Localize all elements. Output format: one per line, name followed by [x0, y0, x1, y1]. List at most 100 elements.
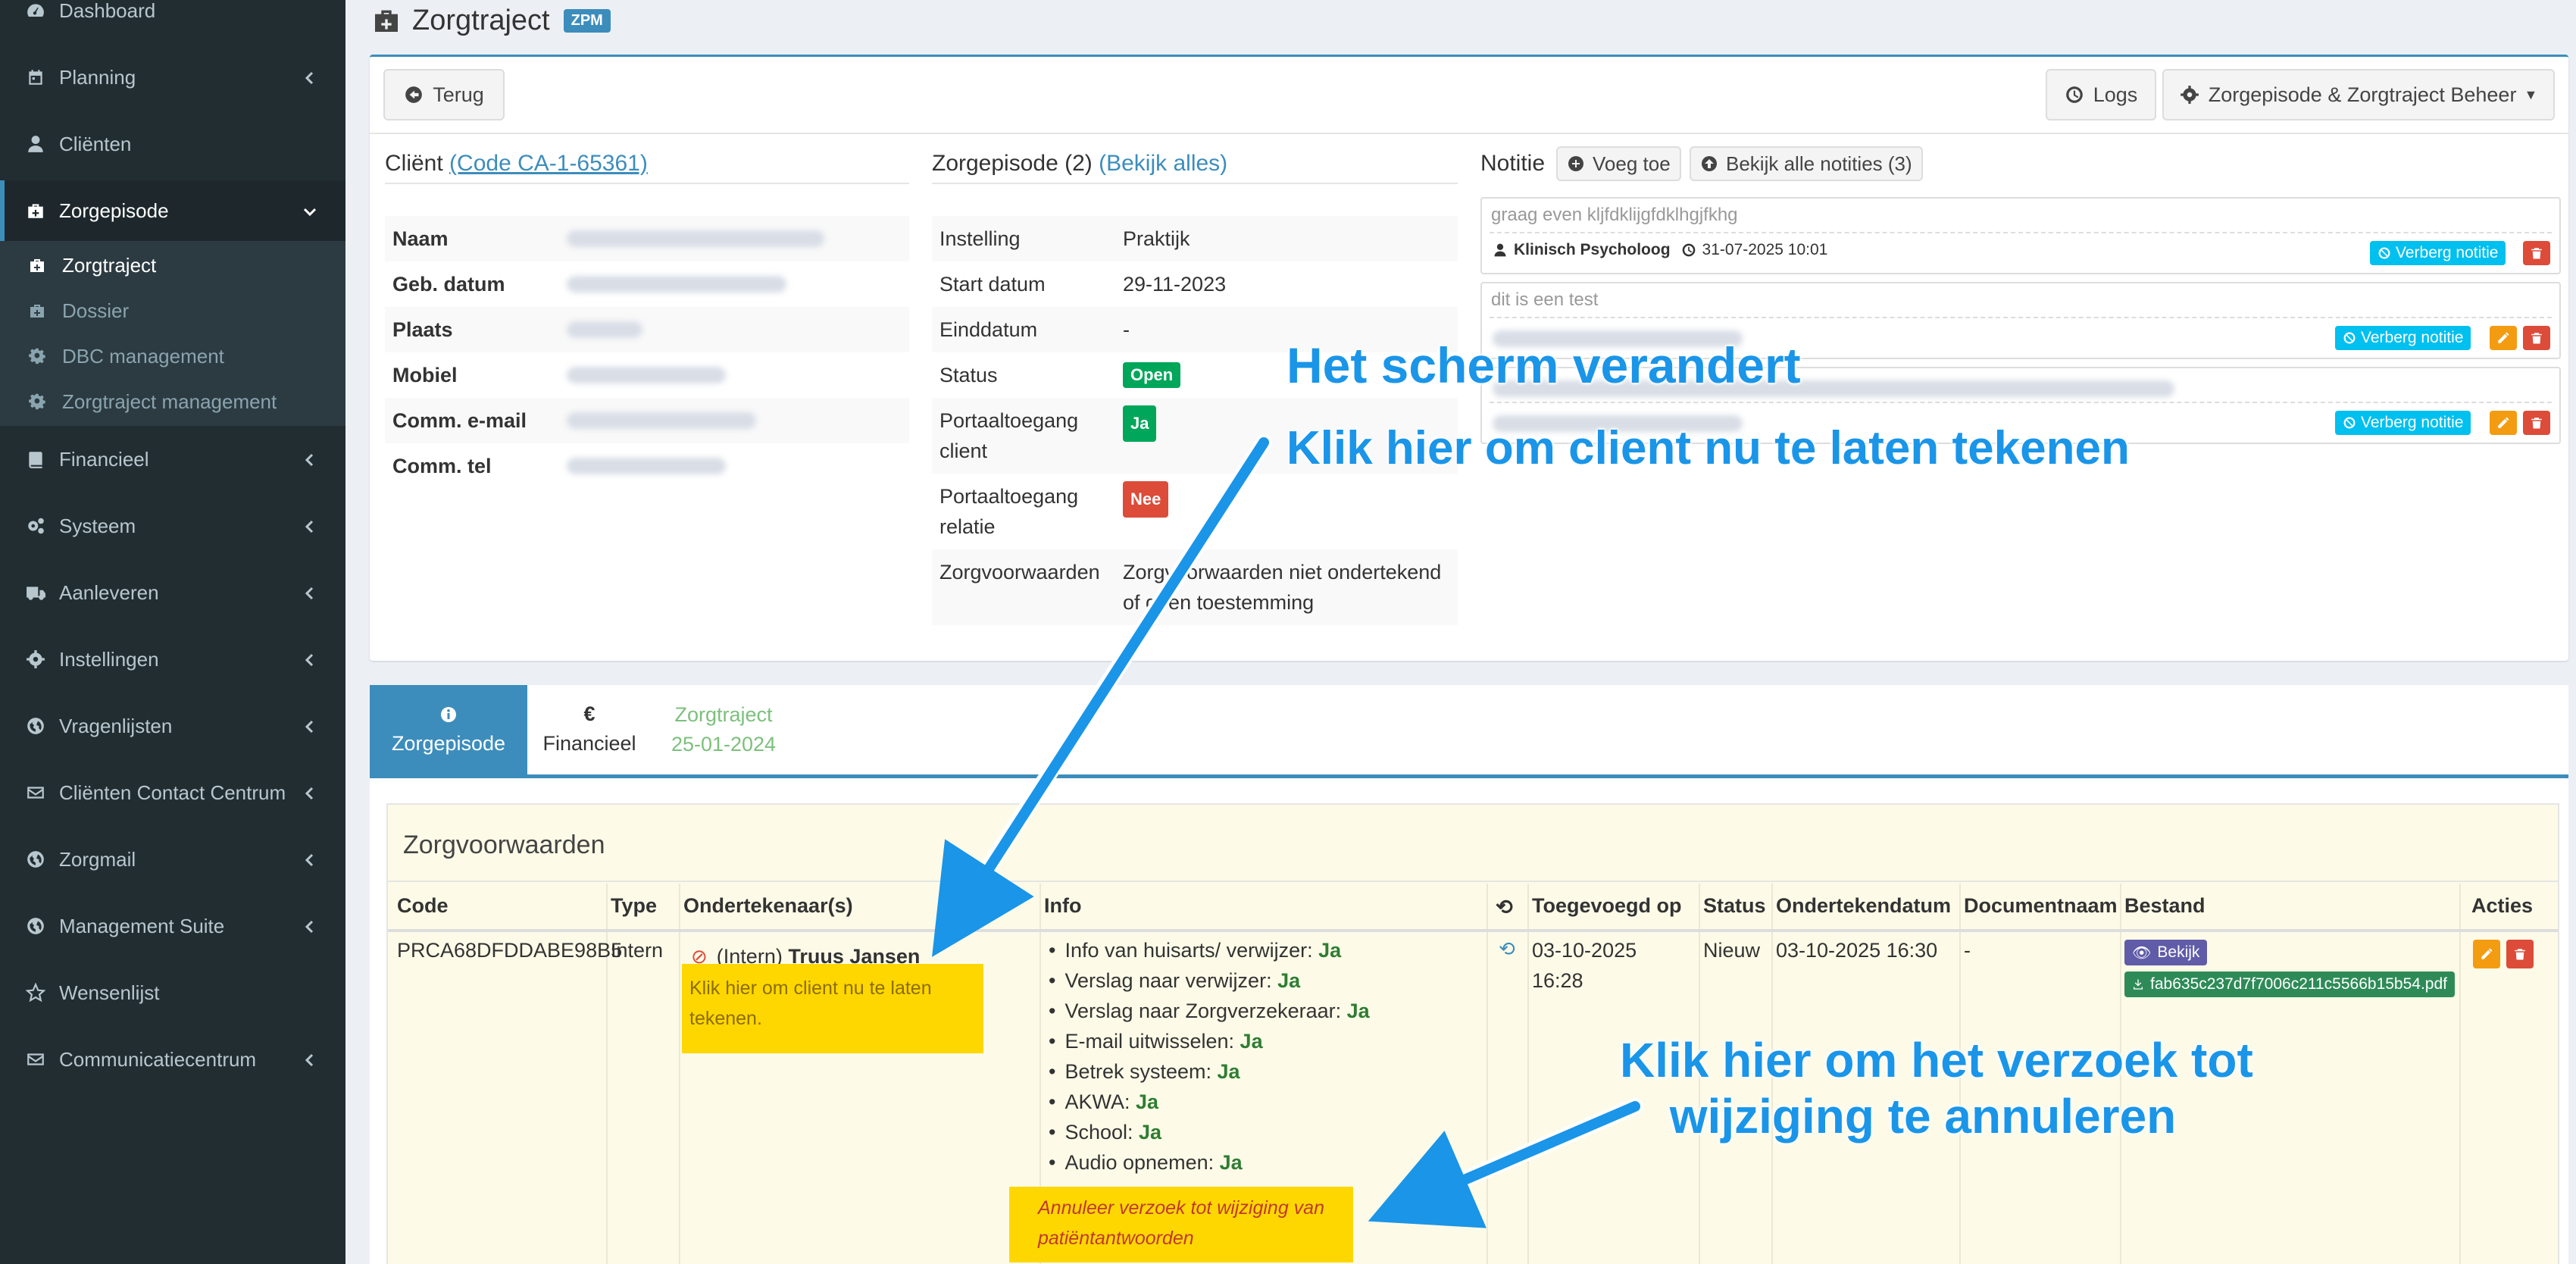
episode-row: Zorgvoorwaarden Zorgvoorwaarden niet ond… — [932, 549, 1458, 625]
note-divider — [1490, 232, 2552, 233]
pencil-icon — [2481, 948, 2493, 959]
column-header: Ondertekenaar(s) — [683, 894, 853, 917]
calendar-icon — [24, 66, 47, 89]
user-icon — [24, 133, 47, 155]
sidebar-item-instellingen[interactable]: Instellingen — [0, 629, 345, 690]
view-all-episodes-link[interactable]: (Bekijk alles) — [1099, 151, 1227, 176]
trash-icon — [2531, 418, 2542, 429]
book-icon — [24, 448, 47, 471]
hide-note-button[interactable]: Verberg notitie — [2335, 411, 2471, 435]
sidebar-item-zorgmail[interactable]: Zorgmail — [0, 829, 345, 890]
view-all-notes-button[interactable]: Bekijk alle notities (3) — [1690, 146, 1923, 181]
delete-button[interactable] — [2506, 940, 2534, 968]
note-divider — [1490, 402, 2552, 403]
sign-client-link[interactable]: Klik hier om client nu te laten tekenen. — [689, 973, 962, 1034]
tab-zorgtraject[interactable]: Zorgtraject 25-01-2024 — [652, 685, 796, 774]
sidebar-subitem-zorgtraject-management[interactable]: Zorgtraject management — [0, 379, 345, 424]
client-code-link[interactable]: (Code CA-1-65361) — [449, 151, 648, 176]
info-list: Info van huisarts/ verwijzer: Ja Verslag… — [1041, 935, 1370, 1178]
gear-icon — [26, 390, 48, 413]
tab-zorgepisode[interactable]: Zorgepisode — [370, 685, 527, 774]
beheer-dropdown-button[interactable]: Zorgepisode & Zorgtraject Beheer ▼ — [2162, 69, 2555, 120]
medkit-icon — [26, 254, 48, 277]
view-file-button[interactable]: 👁 Bekijk — [2124, 940, 2208, 965]
list-item: School: Ja — [1049, 1117, 1370, 1147]
col-divider — [2459, 884, 2461, 1264]
page-title: Zorgtraject ZPM — [371, 2, 611, 39]
sidebar-item-dashboard[interactable]: Dashboard — [0, 0, 345, 41]
edit-note-button[interactable] — [2490, 411, 2517, 435]
cell-added: 03-10-2025 16:28 — [1532, 939, 1637, 992]
sidebar-item-clienten-contact-centrum[interactable]: Cliënten Contact Centrum — [0, 762, 345, 823]
add-note-button[interactable]: Voeg toe — [1556, 146, 1681, 181]
list-item: AKWA: Ja — [1049, 1087, 1370, 1117]
toolbar-divider — [370, 133, 2568, 134]
client-row-naam: Naam — [385, 216, 909, 261]
episode-row: Start datum 29-11-2023 — [939, 272, 1227, 296]
column-header: Info — [1044, 894, 1082, 917]
sidebar-item-management-suite[interactable]: Management Suite — [0, 896, 345, 956]
edit-note-button[interactable] — [2490, 326, 2517, 350]
globe-icon — [24, 915, 47, 937]
zorgvoorwaarden-title: Zorgvoorwaarden — [403, 831, 605, 859]
column-header: Code — [397, 894, 449, 917]
notes-title: Notitie — [1480, 151, 1546, 176]
delete-note-button[interactable] — [2523, 326, 2550, 350]
hide-note-button[interactable]: Verberg notitie — [2335, 326, 2471, 350]
pencil-icon — [2498, 417, 2509, 428]
sidebar-subitem-zorgtraject[interactable]: Zorgtraject — [0, 242, 345, 288]
sidebar-item-vragenlijsten[interactable]: Vragenlijsten — [0, 696, 345, 756]
hide-note-button[interactable]: Verberg notitie — [2370, 241, 2506, 265]
cancel-request-link[interactable]: Annuleer verzoek tot wijziging van patië… — [1038, 1193, 1341, 1253]
list-item: Verslag naar verwijzer: Ja — [1049, 965, 1370, 996]
ban-icon — [2343, 417, 2356, 429]
sidebar-item-wensenlijst[interactable]: Wensenlijst — [0, 962, 345, 1023]
back-button[interactable]: Terug — [383, 69, 505, 120]
zpm-badge: ZPM — [563, 8, 611, 33]
column-header: Acties — [2471, 894, 2534, 917]
list-item: Betrek systeem: Ja — [1049, 1056, 1370, 1087]
sidebar-item-financieel[interactable]: Financieel — [0, 429, 345, 490]
gear-icon — [24, 648, 47, 671]
download-icon — [2134, 979, 2143, 990]
cell-status: Nieuw — [1703, 939, 1761, 962]
column-header: Toegevoegd op — [1532, 894, 1682, 917]
sidebar-subitem-dossier[interactable]: Dossier — [0, 288, 345, 333]
euro-icon: € — [583, 702, 596, 725]
tab-financieel[interactable]: € Financieel — [527, 685, 652, 774]
sidebar-item-zorgepisode[interactable]: Zorgepisode — [0, 180, 345, 241]
sidebar-item-aanleveren[interactable]: Aanleveren — [0, 562, 345, 623]
chevron-left-icon — [302, 850, 318, 867]
sidebar-subitem-dbc-management[interactable]: DBC management — [0, 333, 345, 379]
redacted-value — [567, 412, 756, 429]
delete-note-button[interactable] — [2523, 241, 2550, 265]
chevron-left-icon — [302, 917, 318, 934]
sidebar-item-clienten[interactable]: Cliënten — [0, 114, 345, 174]
chevron-left-icon — [302, 1050, 318, 1067]
download-file-button[interactable]: fab635c237d7f7006c211c5566b15b54.pdf — [2124, 971, 2455, 997]
sidebar-item-systeem[interactable]: Systeem — [0, 496, 345, 556]
col-divider — [679, 884, 680, 1264]
episode-rule — [932, 183, 1458, 184]
client-row-plaats: Plaats — [385, 307, 909, 352]
clock-icon — [2065, 86, 2083, 103]
cell-type: Intern — [611, 939, 664, 962]
client-rule — [385, 183, 909, 184]
envelope-icon — [24, 781, 47, 804]
annotation-cancel-request: Klik hier om het verzoek tot wijziging t… — [1620, 1033, 2253, 1144]
sidebar-item-communicatiecentrum[interactable]: Communicatiecentrum — [0, 1029, 345, 1090]
delete-note-button[interactable] — [2523, 411, 2550, 435]
list-item: E-mail uitwisselen: Ja — [1049, 1026, 1370, 1056]
logs-button[interactable]: Logs — [2046, 69, 2156, 120]
note-card: graag even kljfdklijgfdklhgjfkhg Klinisc… — [1480, 197, 2561, 274]
portal-relatie-badge: Nee — [1123, 481, 1169, 518]
envelope-icon — [24, 1048, 47, 1071]
sidebar-item-planning[interactable]: Planning — [0, 47, 345, 108]
episode-title: Zorgepisode (2) (Bekijk alles) — [932, 151, 1228, 176]
history-icon[interactable]: ⟲ — [1499, 934, 1515, 964]
ban-icon — [2343, 332, 2356, 344]
edit-button[interactable] — [2473, 940, 2500, 968]
sidebar-submenu: Zorgtraject Dossier DBC management Zorgt… — [0, 241, 345, 426]
column-header: Documentnaam — [1964, 894, 2118, 917]
chevron-left-icon — [302, 584, 318, 600]
